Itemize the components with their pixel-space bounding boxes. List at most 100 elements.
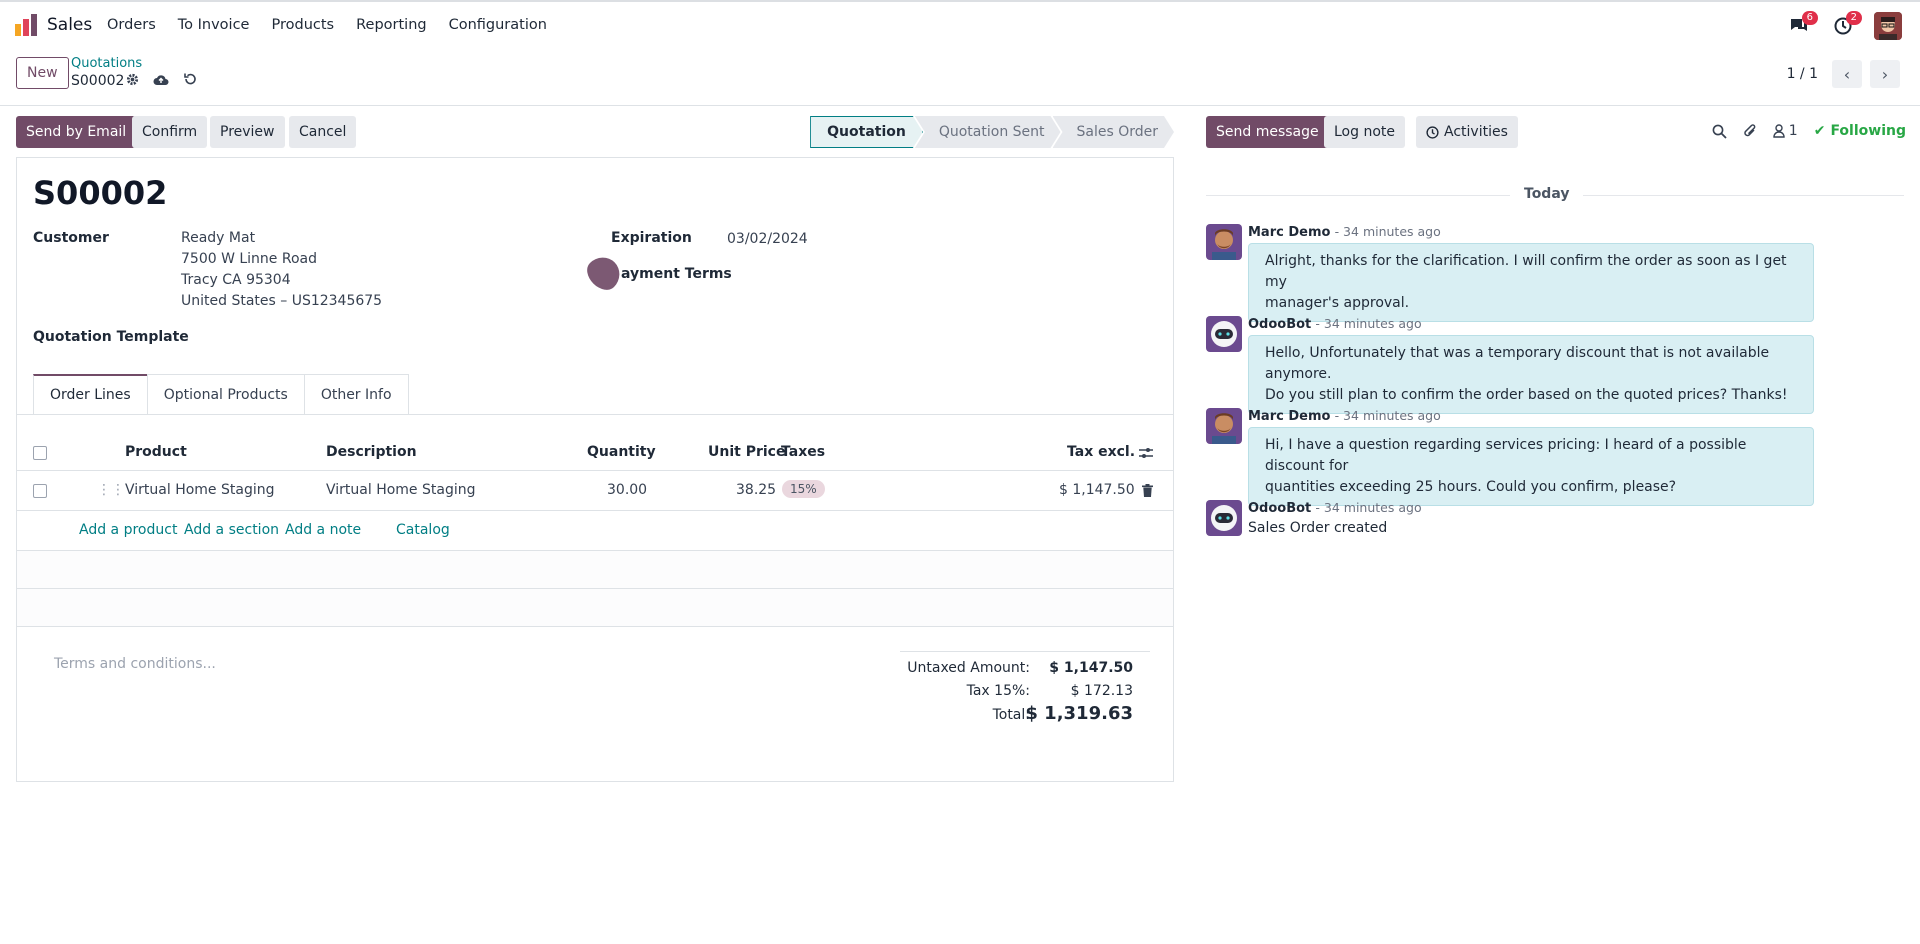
customer-field[interactable]: Ready Mat 7500 W Linne Road Tracy CA 953… — [181, 228, 382, 312]
col-product[interactable]: Product — [125, 444, 187, 460]
systray: 6 2 — [1786, 11, 1902, 40]
followers-button[interactable]: 1 — [1773, 123, 1798, 139]
col-taxes[interactable]: Taxes — [781, 444, 825, 460]
cloud-upload-icon[interactable] — [153, 73, 169, 86]
message-time: - 34 minutes ago — [1334, 224, 1441, 239]
chatter: Send message Log note Activities 1 ✔ Fol… — [1190, 116, 1906, 916]
activities-badge: 2 — [1845, 11, 1862, 25]
untaxed-label: Untaxed Amount: — [907, 660, 1030, 676]
breadcrumb-parent[interactable]: Quotations — [71, 56, 142, 71]
message-time: - 34 minutes ago — [1334, 408, 1441, 423]
tab-optional-products[interactable]: Optional Products — [146, 374, 305, 414]
top-menu: Orders To Invoice Products Reporting Con… — [107, 17, 569, 33]
add-product-link[interactable]: Add a product — [79, 522, 177, 538]
line-quantity[interactable]: 30.00 — [607, 482, 647, 498]
table-row[interactable]: ⋮⋮ Virtual Home Staging Virtual Home Sta… — [17, 471, 1173, 511]
message-header: Marc Demo - 34 minutes ago — [1248, 408, 1441, 424]
tab-order-lines[interactable]: Order Lines — [33, 374, 148, 414]
totals-block: Untaxed Amount: $ 1,147.50 Tax 15%: $ 17… — [900, 651, 1150, 724]
message-author[interactable]: Marc Demo — [1248, 409, 1330, 424]
customer-country: United States – US12345675 — [181, 293, 383, 309]
message-author[interactable]: Marc Demo — [1248, 225, 1330, 240]
menu-products[interactable]: Products — [271, 17, 334, 33]
message-line: Alright, thanks for the clarification. I… — [1265, 253, 1787, 290]
message-line: Hi, I have a question regarding services… — [1265, 437, 1747, 474]
pager-next[interactable]: › — [1870, 60, 1900, 88]
message-line: quantities exceeding 25 hours. Could you… — [1265, 479, 1677, 495]
following-button[interactable]: ✔ Following — [1814, 123, 1906, 139]
add-section-link[interactable]: Add a section — [184, 522, 279, 538]
message-body: Sales Order created — [1248, 520, 1388, 536]
search-icon[interactable] — [1712, 124, 1727, 139]
odoobot-avatar-icon — [1206, 500, 1242, 536]
paperclip-icon[interactable] — [1743, 123, 1757, 139]
following-label: Following — [1830, 123, 1906, 139]
form-sheet: S00002 Customer Ready Mat 7500 W Linne R… — [16, 157, 1174, 782]
tour-tip-marker[interactable] — [581, 250, 627, 296]
activities-label: Activities — [1444, 124, 1508, 140]
odoobot-avatar-icon — [1206, 316, 1242, 352]
cancel-button[interactable]: Cancel — [289, 116, 357, 148]
terms-field[interactable]: Terms and conditions... — [54, 656, 216, 672]
messages-systray[interactable]: 6 — [1786, 11, 1818, 39]
col-unit-price[interactable]: Unit Price — [708, 444, 785, 460]
gear-icon[interactable] — [126, 73, 139, 86]
line-product[interactable]: Virtual Home Staging — [125, 482, 274, 498]
stage-sales-order[interactable]: Sales Order — [1053, 116, 1175, 148]
new-button[interactable]: New — [16, 57, 69, 89]
chatter-message: Marc Demo - 34 minutes ago Alright, than… — [1206, 224, 1904, 322]
add-note-link[interactable]: Add a note — [285, 522, 361, 538]
menu-orders[interactable]: Orders — [107, 17, 156, 33]
customer-label: Customer — [33, 230, 109, 246]
column-settings-icon[interactable] — [1139, 446, 1153, 460]
message-author[interactable]: OdooBot — [1248, 501, 1311, 516]
author-avatar[interactable] — [1206, 316, 1242, 352]
author-avatar[interactable] — [1206, 500, 1242, 536]
check-icon: ✔ — [1813, 123, 1826, 139]
select-all-checkbox[interactable] — [33, 446, 47, 460]
tab-other-info[interactable]: Other Info — [303, 374, 409, 414]
line-description[interactable]: Virtual Home Staging — [326, 482, 475, 498]
user-avatar[interactable] — [1874, 12, 1902, 40]
menu-configuration[interactable]: Configuration — [449, 17, 547, 33]
col-quantity[interactable]: Quantity — [587, 444, 656, 460]
catalog-link[interactable]: Catalog — [396, 522, 450, 538]
log-note-button[interactable]: Log note — [1324, 116, 1405, 148]
user-icon — [1773, 124, 1785, 138]
activities-systray[interactable]: 2 — [1830, 11, 1862, 39]
author-avatar[interactable] — [1206, 224, 1242, 260]
tabs-divider — [17, 414, 1173, 415]
messages-badge: 6 — [1801, 11, 1818, 25]
author-avatar[interactable] — [1206, 408, 1242, 444]
line-unit-price[interactable]: 38.25 — [736, 482, 776, 498]
message-line: Hello, Unfortunately that was a temporar… — [1265, 345, 1770, 382]
discard-icon[interactable] — [183, 72, 197, 86]
pager-previous[interactable]: ‹ — [1832, 60, 1862, 88]
send-message-button[interactable]: Send message — [1206, 116, 1329, 148]
control-panel: New Quotations S00002 1 / 1 ‹ › — [0, 48, 1920, 106]
message-bubble: Alright, thanks for the clarification. I… — [1248, 243, 1814, 322]
stage-pipeline: Quotation Quotation Sent Sales Order — [810, 116, 1174, 148]
confirm-button[interactable]: Confirm — [132, 116, 208, 148]
empty-table-row — [17, 551, 1173, 589]
row-checkbox[interactable] — [33, 484, 47, 498]
message-line: manager's approval. — [1265, 295, 1410, 311]
main-navbar: Sales Orders To Invoice Products Reporti… — [0, 2, 1920, 48]
preview-button[interactable]: Preview — [210, 116, 285, 148]
menu-reporting[interactable]: Reporting — [356, 17, 427, 33]
trash-icon[interactable] — [1142, 484, 1153, 497]
stage-quotation-sent[interactable]: Quotation Sent — [915, 116, 1061, 148]
col-description[interactable]: Description — [326, 444, 417, 460]
stage-quotation[interactable]: Quotation — [810, 116, 923, 148]
col-tax-excl[interactable]: Tax excl. — [1067, 444, 1135, 460]
activities-button[interactable]: Activities — [1416, 116, 1518, 148]
sales-app-icon[interactable] — [15, 14, 37, 36]
expiration-field[interactable]: 03/02/2024 — [727, 229, 808, 250]
app-name[interactable]: Sales — [47, 15, 92, 35]
pager-value[interactable]: 1 / 1 — [1787, 66, 1818, 82]
menu-to-invoice[interactable]: To Invoice — [178, 17, 250, 33]
chatter-topbar: Send message Log note Activities 1 ✔ Fol… — [1206, 116, 1906, 148]
drag-handle-icon[interactable]: ⋮⋮ — [97, 482, 125, 498]
message-author[interactable]: OdooBot — [1248, 317, 1311, 332]
send-by-email-button[interactable]: Send by Email — [16, 116, 137, 148]
